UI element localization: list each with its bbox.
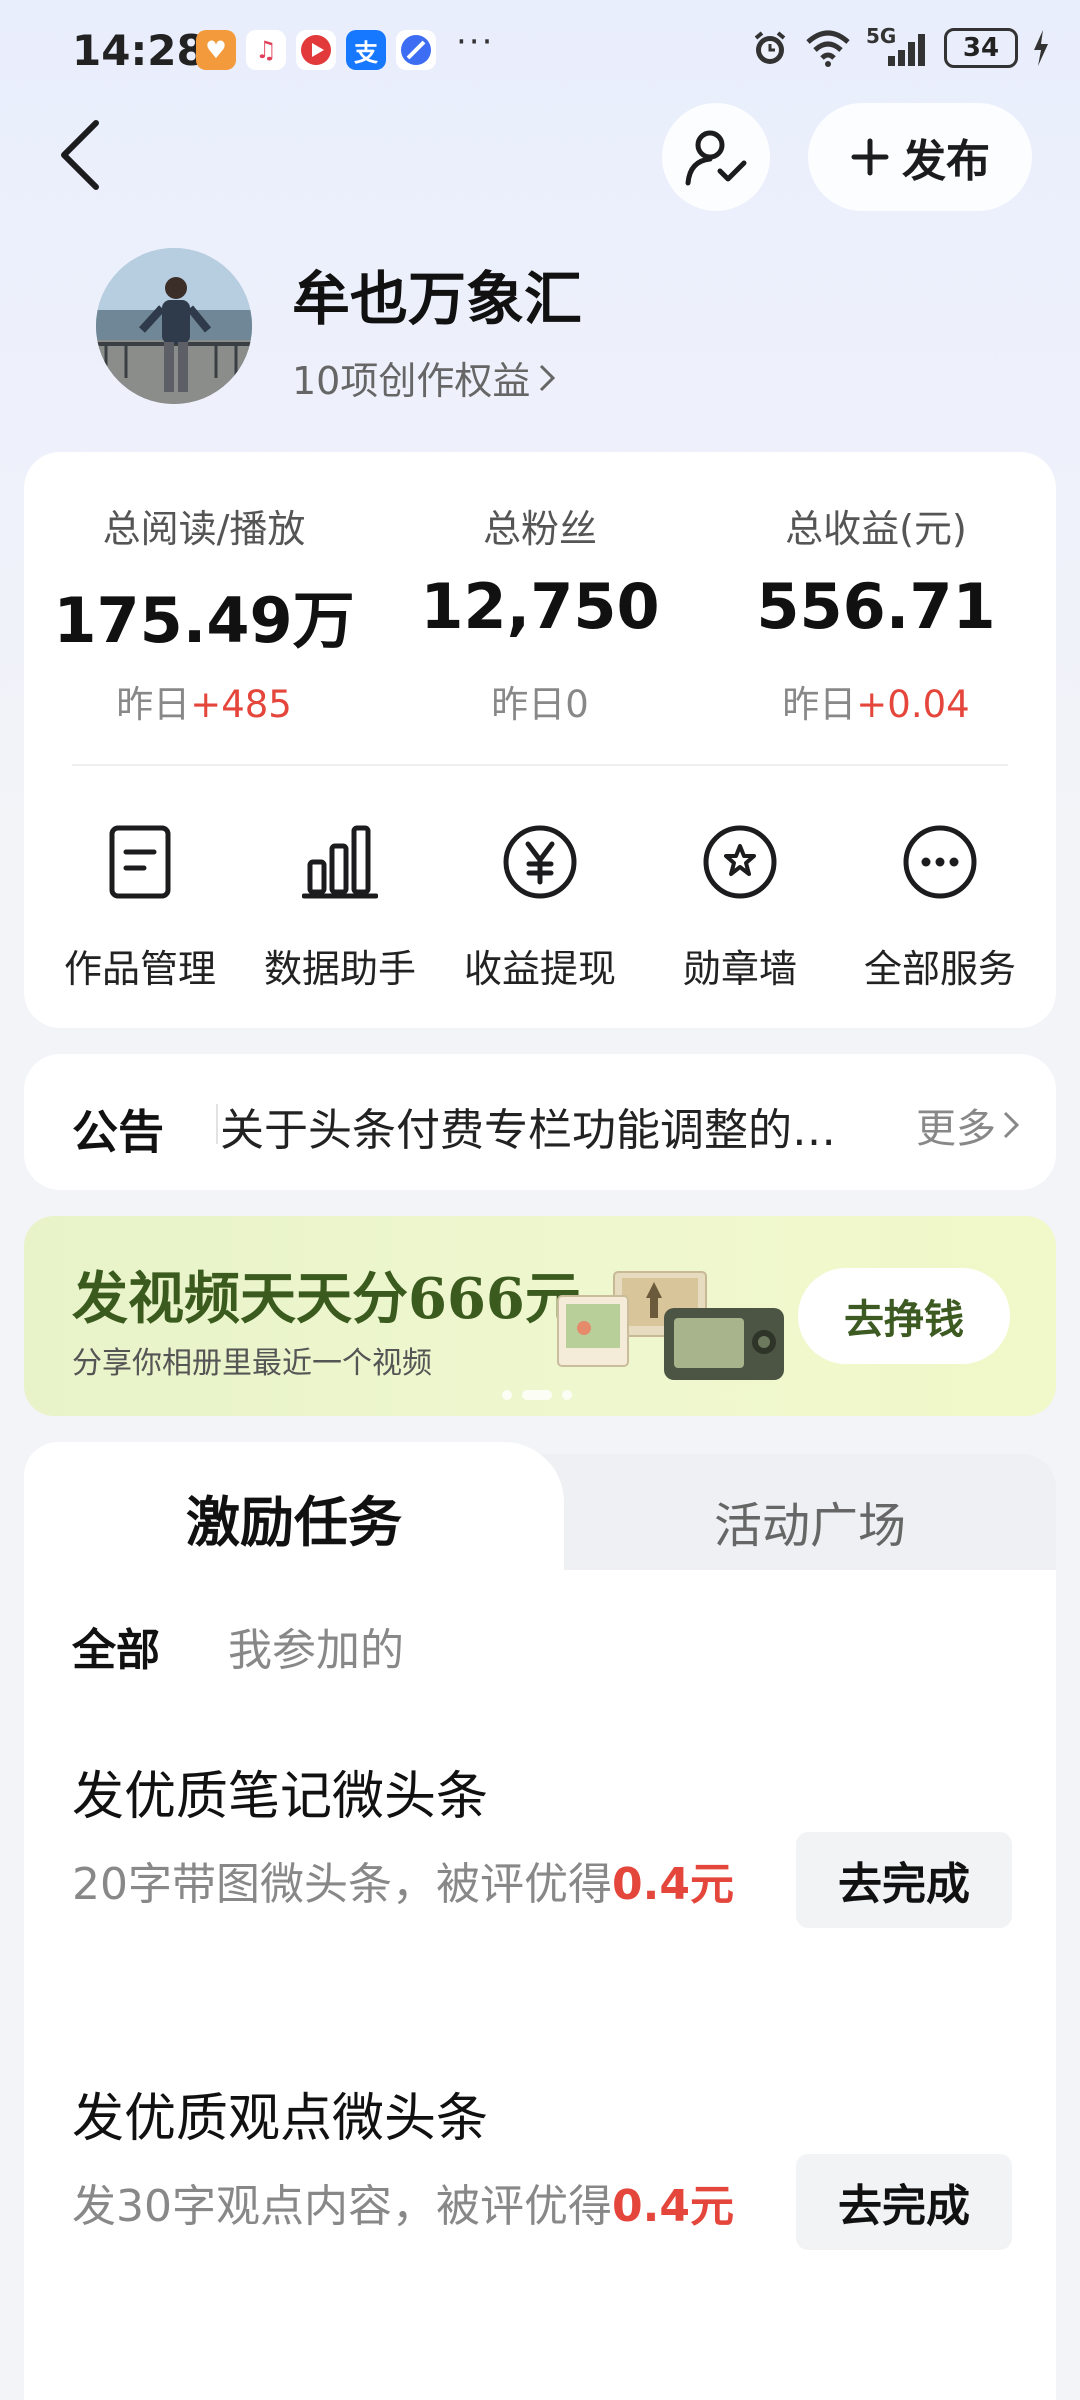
- plus-icon: [851, 138, 889, 176]
- photo-camera-illustration: [557, 1271, 784, 1380]
- tool-label: 勋章墙: [682, 947, 797, 991]
- task-complete-button[interactable]: 去完成: [796, 2154, 1012, 2250]
- notice-divider: [216, 1104, 218, 1144]
- profile-name: 牟也万象汇: [292, 265, 583, 333]
- back-button[interactable]: [40, 110, 120, 200]
- tasks-body: [24, 1570, 1056, 2400]
- bar-chart-icon: [302, 825, 378, 899]
- signal-bars-icon: [888, 34, 925, 66]
- stats-card: 总阅读/播放 175.49万 昨日+485 总粉丝 12,750 昨日0 总收益…: [24, 452, 1056, 1028]
- task-reward: 0.4元: [612, 1859, 734, 1910]
- notice-bar[interactable]: 公告 关于头条付费专栏功能调整的说明 更多: [24, 1054, 1056, 1190]
- task-complete-button[interactable]: 去完成: [796, 1832, 1012, 1928]
- publish-label: 发布: [902, 136, 990, 187]
- medal-icon: [703, 825, 777, 899]
- wifi-icon: [806, 30, 850, 67]
- banner-subtitle: 分享你相册里最近一个视频: [72, 1346, 432, 1381]
- stat-total-income[interactable]: 总收益(元) 556.71 昨日+0.04: [716, 498, 1036, 728]
- tool-label: 数据助手: [263, 947, 416, 991]
- stat-label: 总粉丝: [482, 507, 597, 551]
- banner-earn-button[interactable]: 去挣钱: [798, 1268, 1010, 1364]
- stat-total-reads[interactable]: 总阅读/播放 175.49万 昨日+485: [44, 498, 364, 728]
- banner-pagination: [502, 1390, 572, 1400]
- avatar-photo: [96, 248, 252, 404]
- status-bar: 14:28 ♥ ♫ 支 ··· 5G 34: [0, 0, 1080, 100]
- task-description: 发30字观点内容，被评优得0.4元: [72, 2181, 734, 2232]
- notice-title: 公告: [72, 1105, 164, 1159]
- notice-more-link[interactable]: 更多: [916, 1096, 1020, 1154]
- signal-indicator: 5G: [866, 24, 930, 68]
- tool-label: 收益提现: [463, 947, 616, 991]
- status-more-icon: ···: [456, 22, 495, 62]
- status-time: 14:28: [72, 26, 206, 75]
- notice-text[interactable]: 关于头条付费专栏功能调整的说明: [220, 1094, 850, 1158]
- follow-user-button[interactable]: [662, 103, 770, 211]
- chevron-left-icon: [61, 120, 99, 190]
- battery-indicator: 34: [944, 28, 1018, 68]
- tool-works-management[interactable]: 作品管理: [40, 812, 240, 993]
- task-title: 发优质笔记微头条: [72, 1767, 489, 1827]
- pagination-dot-active: [522, 1390, 552, 1400]
- notice-more-label: 更多: [916, 1106, 996, 1152]
- chevron-right-icon: [540, 364, 556, 391]
- alipay-app-icon: 支: [346, 30, 386, 70]
- task-title: 发优质观点微头条: [72, 2089, 489, 2149]
- tool-label: 全部服务: [863, 947, 1016, 991]
- tab-incentive-tasks-label[interactable]: 激励任务: [24, 1478, 564, 1557]
- divider: [72, 764, 1008, 766]
- user-check-icon: [685, 130, 747, 186]
- avatar[interactable]: [96, 248, 252, 404]
- chevron-right-icon: [1003, 1111, 1020, 1139]
- stat-total-fans[interactable]: 总粉丝 12,750 昨日0: [380, 498, 700, 728]
- tasks-panel: 激励任务 活动广场 全部 我参加的 发优质笔记微头条 20字带图微头条，被评优得…: [24, 1442, 1056, 2400]
- task-reward: 0.4元: [612, 2181, 734, 2232]
- task-item: 发优质观点微头条 发30字观点内容，被评优得0.4元 去完成: [72, 2076, 1012, 2250]
- stat-yesterday: 昨日0: [491, 683, 589, 726]
- tool-income-withdraw[interactable]: 收益提现: [440, 812, 640, 993]
- status-indicators: 5G 34: [750, 24, 1050, 68]
- pagination-dot: [562, 1390, 572, 1400]
- stat-value: 12,750: [420, 570, 660, 643]
- creator-rights-label: 10项创作权益: [292, 359, 531, 403]
- creator-rights-link[interactable]: 10项创作权益: [292, 350, 556, 405]
- filter-joined[interactable]: 我参加的: [228, 1614, 404, 1678]
- publish-button[interactable]: 发布: [808, 103, 1032, 211]
- music-app-icon: ♫: [246, 30, 286, 70]
- browser-app-icon: [396, 30, 436, 70]
- tab-activity-square-label[interactable]: 活动广场: [564, 1486, 1056, 1556]
- tools-row: 作品管理 数据助手 收益提现 勋章墙 全部服务: [24, 812, 1056, 992]
- filter-all[interactable]: 全部: [72, 1614, 160, 1678]
- alarm-icon: [754, 31, 786, 64]
- stat-label: 总阅读/播放: [102, 507, 306, 551]
- stat-yesterday: 昨日+485: [116, 683, 292, 726]
- pagination-dot: [502, 1390, 512, 1400]
- yuan-coin-icon: [503, 825, 577, 899]
- charging-icon: [1034, 30, 1048, 66]
- task-description: 20字带图微头条，被评优得0.4元: [72, 1859, 734, 1910]
- banner-title: 发视频天天分666元: [72, 1266, 581, 1332]
- tool-medal-wall[interactable]: 勋章墙: [640, 812, 840, 993]
- more-circle-icon: [903, 825, 977, 899]
- tool-data-assistant[interactable]: 数据助手: [240, 812, 440, 993]
- status-app-icons: ♥ ♫ 支: [196, 30, 436, 70]
- stat-value: 175.49万: [53, 584, 355, 657]
- heart-app-icon: ♥: [196, 30, 236, 70]
- task-item: 发优质笔记微头条 20字带图微头条，被评优得0.4元 去完成: [72, 1754, 1012, 1928]
- document-icon: [109, 825, 171, 899]
- video-app-icon: [296, 30, 336, 70]
- tool-label: 作品管理: [63, 947, 216, 991]
- stat-label: 总收益(元): [785, 507, 967, 551]
- promo-banner[interactable]: 发视频天天分666元 分享你相册里最近一个视频 去挣钱: [24, 1216, 1056, 1416]
- stat-value: 556.71: [756, 570, 996, 643]
- stat-yesterday: 昨日+0.04: [782, 683, 970, 726]
- tool-all-services[interactable]: 全部服务: [840, 812, 1040, 993]
